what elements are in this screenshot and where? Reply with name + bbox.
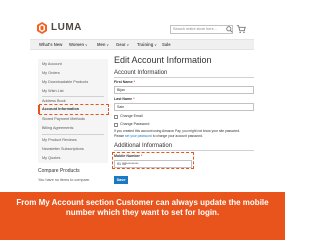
note-text: to change your account password.: [152, 134, 203, 138]
required-marker: *: [133, 97, 135, 101]
sidebar-item-wish-list[interactable]: My Wish List: [42, 89, 64, 94]
sidebar-item-newsletter-subscriptions[interactable]: Newsletter Subscriptions: [42, 147, 84, 152]
chevron-down-icon: ∨: [106, 43, 109, 47]
sidebar-item-my-quotes[interactable]: My Quotes: [42, 156, 60, 161]
first-name-label: First Name *: [114, 80, 135, 85]
nav-item-training[interactable]: Training∨: [137, 42, 157, 48]
nav-item-label: Sale: [162, 42, 171, 47]
search-input[interactable]: Search entire store here...: [170, 25, 233, 34]
caption-text: From My Account section Customer can alw…: [16, 198, 269, 217]
change-email-checkbox[interactable]: [114, 115, 118, 119]
nav-item-label: What's New: [39, 42, 63, 47]
label-text: Mobile Number: [114, 154, 140, 158]
sidebar-divider: [42, 134, 104, 135]
first-name-field[interactable]: Bijan: [114, 86, 254, 94]
note-text: Please: [114, 134, 125, 138]
chevron-down-icon: ∨: [85, 43, 88, 47]
chevron-down-icon: ∨: [126, 43, 130, 47]
sidebar-divider: [42, 96, 104, 97]
required-marker: *: [140, 154, 143, 158]
active-indicator: [38, 105, 40, 114]
additional-section-title: Additional Information: [114, 143, 173, 149]
chevron-down-icon: ∨: [154, 43, 157, 47]
set-password-link[interactable]: set your password: [125, 134, 152, 138]
compare-empty-text: You have no items to compare.: [38, 178, 91, 182]
search-icon[interactable]: [226, 26, 233, 33]
sidebar-item-downloadable-products[interactable]: My Downloadable Products: [42, 80, 88, 85]
cart-icon[interactable]: [236, 24, 246, 34]
page-title: Edit Account Information: [114, 55, 212, 65]
section-divider: [114, 150, 254, 151]
sidebar-item-label: Account Information: [42, 107, 80, 111]
sidebar-item-billing-agreements[interactable]: Billing Agreements: [42, 126, 73, 131]
nav-item-label: Men: [97, 42, 106, 47]
amazon-pay-note: If you created this account using Amazon…: [114, 129, 241, 133]
nav-item-label: Women: [69, 42, 85, 47]
label-text: First Name: [114, 80, 133, 84]
account-section-title: Account Information: [114, 70, 168, 76]
amazon-pay-note-line: Please set your password to change your …: [114, 134, 264, 139]
save-button[interactable]: Save: [114, 176, 128, 184]
nav-item-whats-new[interactable]: What's New: [39, 42, 62, 48]
nav-item-label: Gear: [116, 42, 126, 47]
sidebar-item-product-reviews[interactable]: My Product Reviews: [42, 138, 77, 143]
section-divider: [114, 77, 254, 78]
last-name-label: Last Name *: [114, 97, 135, 102]
change-password-label[interactable]: Change Password: [120, 122, 149, 127]
required-marker: *: [133, 80, 135, 84]
mobile-number-label: Mobile Number *: [114, 154, 142, 159]
nav-item-gear[interactable]: Gear∨: [116, 42, 129, 48]
change-email-label[interactable]: Change Email: [120, 114, 143, 119]
mobile-number-field[interactable]: 91 98*********: [114, 160, 192, 168]
compare-products-title: Compare Products: [38, 168, 80, 174]
brand-name[interactable]: LUMA: [51, 22, 82, 34]
sidebar-item-my-account[interactable]: My Account: [42, 62, 62, 67]
sidebar-item-my-orders[interactable]: My Orders: [42, 71, 60, 76]
nav-item-label: Training: [137, 42, 154, 47]
main-navigation: What's New Women∨ Men∨ Gear∨ Training∨ S…: [30, 39, 254, 50]
last-name-field[interactable]: Sain: [114, 103, 254, 111]
sidebar-item-stored-payment-methods[interactable]: Stored Payment Methods: [42, 117, 85, 122]
label-text: Last Name: [114, 97, 133, 101]
change-password-checkbox[interactable]: [114, 123, 118, 127]
nav-item-sale[interactable]: Sale: [162, 42, 171, 48]
nav-item-women[interactable]: Women∨: [69, 42, 88, 48]
luma-logo-icon[interactable]: [36, 22, 48, 34]
nav-item-men[interactable]: Men∨: [97, 42, 109, 48]
